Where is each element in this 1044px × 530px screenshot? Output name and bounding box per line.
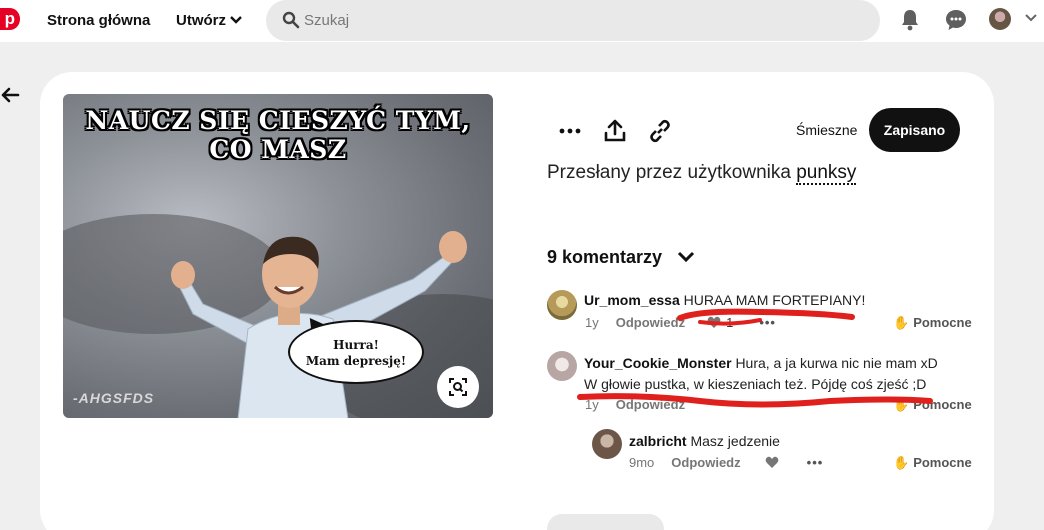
chat-icon[interactable] <box>944 8 968 32</box>
comment-more-icon[interactable]: ••• <box>759 315 776 330</box>
comment-text: Ur_mom_essa HURAA MAM FORTEPIANY! <box>584 292 866 308</box>
thumbs-up-icon: ✋ <box>893 315 910 330</box>
search-bar[interactable] <box>266 0 880 41</box>
comment-meta: 9mo Odpowiedz ••• <box>629 455 823 470</box>
bottom-action-button[interactable] <box>547 514 664 530</box>
comment-username[interactable]: zalbricht <box>629 433 687 449</box>
meme-caption: NAUCZ SIĘ CIESZYĆ TYM, CO MASZ <box>85 106 471 164</box>
board-selector[interactable]: Śmieszne <box>796 122 857 138</box>
chevron-down-icon[interactable] <box>675 246 697 268</box>
reply-button[interactable]: Odpowiedz <box>616 315 685 330</box>
comment-text-continued: W głowie pustka, w kieszeniach też. Pójd… <box>584 376 927 392</box>
comment-more-icon[interactable]: ••• <box>807 455 824 470</box>
comment-meta: 1y Odpowiedz 1 ••• <box>585 315 776 330</box>
reply-button[interactable]: Odpowiedz <box>616 397 685 412</box>
comment-username[interactable]: Ur_mom_essa <box>584 292 680 308</box>
comment-username[interactable]: Your_Cookie_Monster <box>584 355 732 371</box>
helpful-button[interactable]: ✋ Pomocne <box>893 455 972 471</box>
avatar[interactable] <box>592 429 622 459</box>
image-watermark: -AHGSFDS <box>73 390 155 406</box>
visual-search-icon <box>449 378 467 396</box>
nav-home-link[interactable]: Strona główna <box>47 12 150 29</box>
chevron-down-icon <box>230 16 242 24</box>
avatar[interactable] <box>989 8 1011 30</box>
like-count: 1 <box>726 315 734 330</box>
top-navigation-bar: p Strona główna Utwórz <box>0 0 1044 42</box>
helpful-button[interactable]: ✋ Pomocne <box>893 397 972 413</box>
reply-button[interactable]: Odpowiedz <box>671 455 740 470</box>
bell-icon[interactable] <box>898 8 922 32</box>
avatar[interactable] <box>547 290 577 320</box>
copy-link-icon[interactable] <box>647 118 673 144</box>
speech-bubble: Hurra! Mam depresję! <box>288 320 424 384</box>
uploaded-by-line: Przesłany przez użytkownika punksy <box>547 162 857 185</box>
avatar[interactable] <box>547 351 577 381</box>
nav-create-menu[interactable]: Utwórz <box>176 12 242 29</box>
thumbs-up-icon: ✋ <box>893 397 910 412</box>
comment-time: 1y <box>585 315 599 330</box>
thumbs-up-icon: ✋ <box>893 455 910 470</box>
more-options-icon[interactable] <box>557 118 583 144</box>
saved-button[interactable]: Zapisano <box>869 108 960 152</box>
search-input[interactable] <box>304 9 844 31</box>
comment-text: Your_Cookie_Monster Hura, a ja kurwa nic… <box>584 355 938 371</box>
comment-time: 1y <box>585 397 599 412</box>
helpful-button[interactable]: ✋ Pomocne <box>893 315 972 331</box>
visual-search-button[interactable] <box>437 366 479 408</box>
comment-text: zalbricht Masz jedzenie <box>629 433 780 449</box>
uploader-link[interactable]: punksy <box>796 162 857 185</box>
back-arrow-icon[interactable] <box>0 85 20 105</box>
chevron-down-icon[interactable] <box>1024 11 1038 25</box>
nav-create-label: Utwórz <box>176 12 226 29</box>
pin-image[interactable]: NAUCZ SIĘ CIESZYĆ TYM, CO MASZ Hurra! Ma… <box>63 94 493 418</box>
pinterest-logo-icon[interactable]: p <box>0 8 20 30</box>
heart-icon[interactable] <box>765 456 779 469</box>
search-icon <box>282 11 300 29</box>
comment-time: 9mo <box>629 455 655 470</box>
share-icon[interactable] <box>602 118 628 144</box>
comments-count: 9 komentarzy <box>547 247 663 267</box>
heart-icon[interactable] <box>707 316 721 329</box>
comment-meta: 1y Odpowiedz <box>585 397 685 412</box>
